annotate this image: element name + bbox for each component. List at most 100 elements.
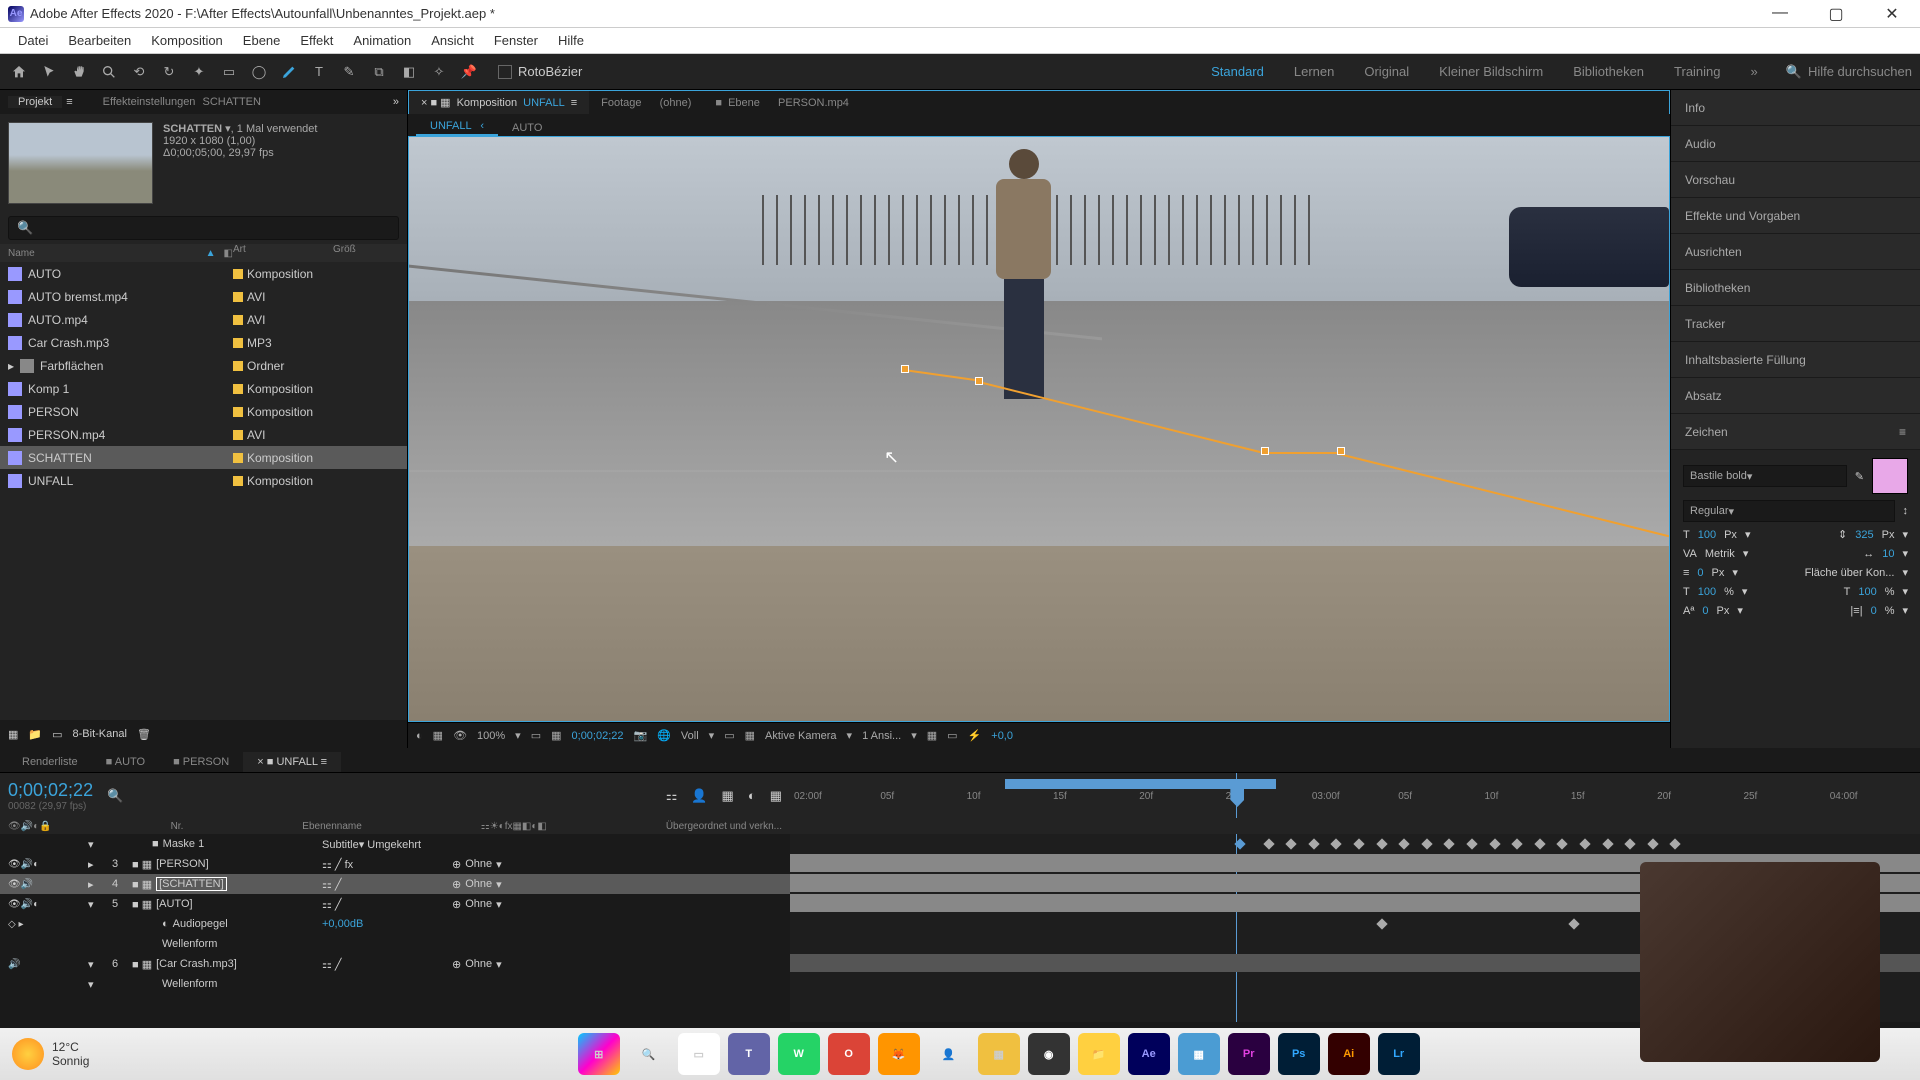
grid-icon[interactable]: ▦ xyxy=(551,729,561,742)
project-item-person-mp4[interactable]: PERSON.mp4AVI xyxy=(0,423,407,446)
panel-audio[interactable]: Audio xyxy=(1671,126,1920,162)
zoom-value[interactable]: 100% xyxy=(477,730,505,742)
timeline-search-input[interactable]: 🔍 xyxy=(107,788,123,804)
new-comp-icon[interactable]: ▦ xyxy=(8,728,18,741)
panel-zeichen[interactable]: Zeichen≡ xyxy=(1671,414,1920,450)
fill-over-stroke-select[interactable]: Fläche über Kon... xyxy=(1805,567,1895,579)
project-item-komp1[interactable]: Komp 1Komposition xyxy=(0,377,407,400)
view-opt-icon[interactable]: ▦ xyxy=(927,729,937,742)
app-icon[interactable]: 👤 xyxy=(928,1033,970,1075)
panel-overflow-icon[interactable]: » xyxy=(393,96,399,108)
timeline-timecode[interactable]: 0;00;02;22 xyxy=(8,780,93,801)
menu-bearbeiten[interactable]: Bearbeiten xyxy=(58,33,141,48)
panel-tracker[interactable]: Tracker xyxy=(1671,306,1920,342)
new-folder-icon[interactable]: 📁 xyxy=(28,728,42,741)
layer-row-wellenform2[interactable]: ▾Wellenform xyxy=(0,974,790,994)
subtab-unfall[interactable]: UNFALL ‹ xyxy=(416,118,498,136)
workspace-kleiner[interactable]: Kleiner Bildschirm xyxy=(1439,64,1543,79)
graph-editor-icon[interactable]: ▦ xyxy=(770,788,782,804)
app-icon-3[interactable]: ▦ xyxy=(1178,1033,1220,1075)
playhead[interactable] xyxy=(1236,773,1237,818)
layer-row-wellenform1[interactable]: Wellenform xyxy=(0,934,790,954)
brush-tool-icon[interactable]: ✎ xyxy=(338,61,360,83)
obs-icon[interactable]: ◉ xyxy=(1028,1033,1070,1075)
layer-switches-icon[interactable]: ⚏ xyxy=(666,788,678,804)
work-area-bar[interactable] xyxy=(1005,779,1276,789)
firefox-icon[interactable]: 🦊 xyxy=(878,1033,920,1075)
workspace-more-icon[interactable]: » xyxy=(1751,64,1758,79)
project-item-person[interactable]: PERSONKomposition xyxy=(0,400,407,423)
task-view-icon[interactable]: ▭ xyxy=(678,1033,720,1075)
subtab-auto[interactable]: AUTO xyxy=(498,120,556,136)
layer-row-carcrash[interactable]: 🔊▾6■ ▦ [Car Crash.mp3]⚏ ╱⊕ Ohne ▾ xyxy=(0,954,790,974)
timeline-ruler[interactable]: 02:00f05f10f15f20f25f03:00f05f10f15f20f2… xyxy=(790,773,1920,818)
mask-vertex[interactable] xyxy=(1337,447,1345,455)
project-item-unfall[interactable]: UNFALLKomposition xyxy=(0,469,407,492)
pixel-ar-icon[interactable]: ▭ xyxy=(947,729,957,742)
project-item-car-crash[interactable]: Car Crash.mp3MP3 xyxy=(0,331,407,354)
layer-row-person[interactable]: 👁🔊◐▸3■ ▦ [PERSON]⚏ ╱ fx⊕ Ohne ▾ xyxy=(0,854,790,874)
motion-blur-icon[interactable]: ◐ xyxy=(748,788,756,803)
hand-tool-icon[interactable] xyxy=(68,61,90,83)
opera-icon[interactable]: O xyxy=(828,1033,870,1075)
shy-icon[interactable]: 👤 xyxy=(691,788,707,804)
panel-content-fill[interactable]: Inhaltsbasierte Füllung xyxy=(1671,342,1920,378)
eraser-tool-icon[interactable]: ◧ xyxy=(398,61,420,83)
exposure-value[interactable]: +0,0 xyxy=(991,730,1013,742)
panel-bibliotheken[interactable]: Bibliotheken xyxy=(1671,270,1920,306)
mask-vertex[interactable] xyxy=(975,377,983,385)
rotate-tool-icon[interactable]: ↻ xyxy=(158,61,180,83)
menu-datei[interactable]: Datei xyxy=(8,33,58,48)
menu-hilfe[interactable]: Hilfe xyxy=(548,33,594,48)
menu-komposition[interactable]: Komposition xyxy=(141,33,233,48)
color-mgmt-icon[interactable]: 🌐 xyxy=(657,729,671,742)
workspace-training[interactable]: Training xyxy=(1674,64,1720,79)
tl-tab-auto[interactable]: ■ AUTO xyxy=(92,752,159,772)
stroke-width-input[interactable]: 0 xyxy=(1697,567,1703,579)
panel-effekte[interactable]: Effekte und Vorgaben xyxy=(1671,198,1920,234)
minimize-button[interactable]: — xyxy=(1760,4,1800,24)
project-item-auto[interactable]: AUTOKomposition xyxy=(0,262,407,285)
app-icon-2[interactable]: ▦ xyxy=(978,1033,1020,1075)
maximize-button[interactable]: ▢ xyxy=(1816,4,1856,24)
tab-komposition[interactable]: × ■ ▦ Komposition UNFALL ≡ xyxy=(409,91,589,114)
panel-absatz[interactable]: Absatz xyxy=(1671,378,1920,414)
layer-row-mask[interactable]: ▾■ Maske 1Subtitle▾ Umgekehrt xyxy=(0,834,790,854)
frame-blend-icon[interactable]: ▦ xyxy=(722,788,734,804)
tsume-input[interactable]: 0 xyxy=(1871,605,1877,617)
layer-row-auto[interactable]: 👁🔊◐▾5■ ▦ [AUTO]⚏ ╱⊕ Ohne ▾ xyxy=(0,894,790,914)
tl-tab-person[interactable]: ■ PERSON xyxy=(159,752,243,772)
fill-color-swatch[interactable] xyxy=(1872,458,1908,494)
rect-tool-icon[interactable]: ▭ xyxy=(218,61,240,83)
roi-icon[interactable]: ▭ xyxy=(724,729,734,742)
home-icon[interactable] xyxy=(8,61,30,83)
photoshop-icon[interactable]: Ps xyxy=(1278,1033,1320,1075)
close-button[interactable]: ✕ xyxy=(1872,4,1912,24)
column-name[interactable]: Name▲◧ xyxy=(8,244,233,262)
eyedropper-icon[interactable]: ✎ xyxy=(1855,470,1864,483)
transparent-icon[interactable]: ▦ xyxy=(745,729,755,742)
tracking-input[interactable]: 10 xyxy=(1882,548,1894,560)
baseline-shift-input[interactable]: 0 xyxy=(1702,605,1708,617)
project-item-auto-mp4[interactable]: AUTO.mp4AVI xyxy=(0,308,407,331)
font-style-select[interactable]: Regular ▾ xyxy=(1683,500,1895,522)
project-item-farbflachen[interactable]: ▸ FarbflächenOrdner xyxy=(0,354,407,377)
panel-menu-icon[interactable]: ≡ xyxy=(1899,425,1906,439)
after-effects-icon[interactable]: Ae xyxy=(1128,1033,1170,1075)
layer-row-schatten[interactable]: 👁🔊▸4■ ▦ [SCHATTEN]⚏ ╱⊕ Ohne ▾ xyxy=(0,874,790,894)
fast-preview-icon[interactable]: ⚡ xyxy=(968,729,982,742)
workspace-lernen[interactable]: Lernen xyxy=(1294,64,1334,79)
kerning-select[interactable]: Metrik xyxy=(1705,548,1735,560)
snapshot-icon[interactable]: 📷 xyxy=(634,729,648,742)
weather-widget[interactable]: 12°C Sonnig xyxy=(12,1038,89,1070)
workspace-bibliotheken[interactable]: Bibliotheken xyxy=(1573,64,1644,79)
help-search-input[interactable]: Hilfe durchsuchen xyxy=(1808,64,1912,79)
anchor-tool-icon[interactable]: ✦ xyxy=(188,61,210,83)
mask-path-segment[interactable] xyxy=(1264,452,1344,454)
camera-select[interactable]: Aktive Kamera xyxy=(765,730,837,742)
resolution-icon[interactable]: ▭ xyxy=(531,729,541,742)
tab-project[interactable]: Projekt xyxy=(8,96,62,108)
menu-ansicht[interactable]: Ansicht xyxy=(421,33,484,48)
tab-ebene[interactable]: ■ Ebene PERSON.mp4 xyxy=(703,91,861,114)
project-search-input[interactable]: 🔍 xyxy=(8,216,399,240)
